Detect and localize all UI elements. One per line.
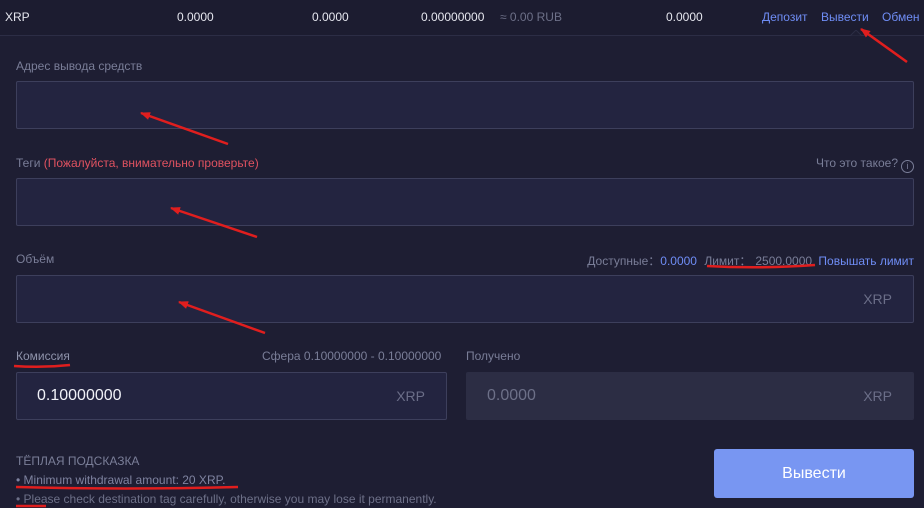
available-value: 0.0000 [660,254,697,268]
hint-tag-warning: • Please check destination tag carefully… [16,492,437,506]
coin-symbol: XRP [5,10,30,24]
fee-input[interactable]: 0.10000000 XRP [16,372,447,420]
received-value: 0.0000 [487,387,536,404]
tags-input[interactable] [16,178,914,226]
address-input[interactable] [16,81,914,129]
fee-unit: XRP [396,388,425,404]
limit-label: Лимит： [704,254,752,268]
volume-input[interactable]: XRP [16,275,914,323]
available-label: Доступные： [587,254,661,268]
balance-frozen: 0.0000 [666,10,703,24]
fee-value: 0.10000000 [37,387,122,404]
received-label: Получено [466,349,521,363]
tags-label: Теги (Пожалуйста, внимательно проверьте) [16,156,259,170]
limit-value: 2500.0000 [755,254,813,268]
balance-rub: ≈ 0.00 RUB [500,10,562,24]
exchange-link[interactable]: Обмен [882,10,920,24]
tags-help-text: Что это такое? [815,156,898,170]
hint-min-amount: • Minimum withdrawal amount: 20 XRP. [16,473,226,487]
deposit-link[interactable]: Депозит [762,10,808,24]
info-icon[interactable]: i [901,160,914,173]
withdraw-submit-button[interactable]: Вывести [714,449,914,498]
volume-label: Объём [16,252,55,266]
fee-range: Сфера 0.10000000 - 0.10000000 [262,349,442,363]
balance-total: 0.0000 [177,10,214,24]
received-field: 0.0000 XRP [466,372,914,420]
tags-warning: (Пожалуйста, внимательно проверьте) [43,156,259,170]
tags-label-text: Теги [16,156,41,170]
annotation-underline [15,485,239,490]
volume-info: Доступные：0.0000 Лимит： 2500.0000 Повышат… [587,252,914,269]
annotation-underline [13,363,71,369]
active-tab-indicator [849,30,863,36]
tags-help-link[interactable]: Что это такое? i [816,156,914,173]
balance-available: 0.0000 [312,10,349,24]
fee-label: Комиссия [16,349,70,363]
asset-row: XRP 0.0000 0.0000 0.00000000 ≈ 0.00 RUB … [0,0,924,36]
withdraw-link[interactable]: Вывести [821,10,869,24]
balance-btc: 0.00000000 [421,10,485,24]
raise-limit-link[interactable]: Повышать лимит [818,254,914,268]
hint-title: ТЁПЛАЯ ПОДСКАЗКА [16,454,140,468]
volume-unit: XRP [863,291,892,307]
address-label: Адрес вывода средств [16,59,143,73]
received-unit: XRP [863,388,892,404]
